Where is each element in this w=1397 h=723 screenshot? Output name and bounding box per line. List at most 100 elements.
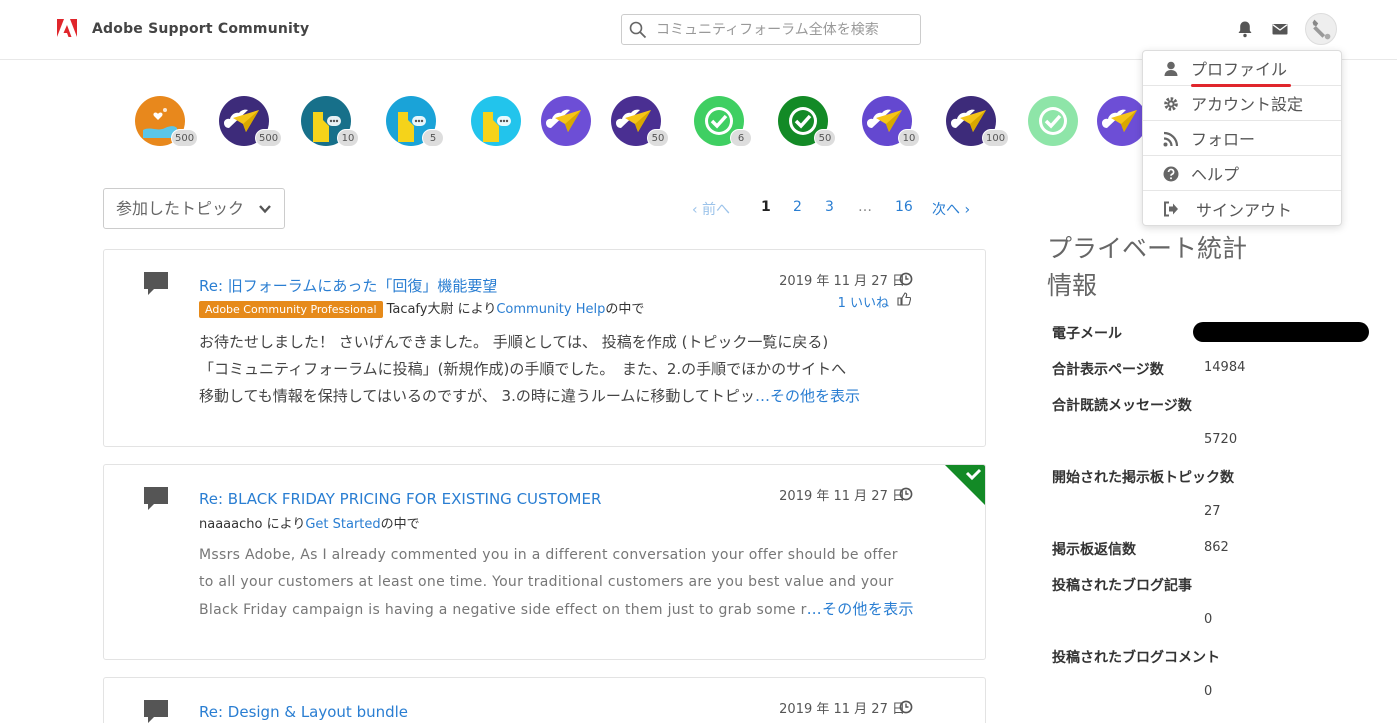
menu-item-account-settings[interactable]: アカウント設定 xyxy=(1143,86,1341,121)
post-date: 2019 年 11 月 27 日 xyxy=(779,274,905,289)
menu-item-follow[interactable]: フォロー xyxy=(1143,121,1341,156)
search-icon[interactable] xyxy=(629,21,647,39)
search-box[interactable] xyxy=(621,14,921,45)
solved-check-icon xyxy=(945,465,985,505)
post-card: Re: BLACK FRIDAY PRICING FOR EXISTING CU… xyxy=(103,464,986,660)
speech-bubble-icon xyxy=(144,487,168,510)
badge-count: 6 xyxy=(730,129,752,147)
speech-bubble-icon xyxy=(144,700,168,723)
post-date: 2019 年 11 月 27 日 xyxy=(779,702,905,717)
menu-item-label: プロファイル xyxy=(1191,60,1288,79)
by-text: により xyxy=(262,517,306,532)
stat-label: 合計既読メッセージ数 xyxy=(1052,398,1192,414)
sign-out-icon xyxy=(1164,201,1178,217)
author-link[interactable]: naaaacho xyxy=(199,517,262,532)
badge-count: 500 xyxy=(255,129,283,147)
badge-count: 10 xyxy=(337,129,359,147)
excerpt-line: 「コミュニティフォーラムに投稿」(新規作成)の手順でした。 また、2.の手順でほ… xyxy=(199,360,847,378)
like-count[interactable]: 1 いいね xyxy=(838,292,889,311)
clock-icon xyxy=(899,700,913,714)
excerpt-line: to all your customers at least one time.… xyxy=(199,574,894,590)
post-title[interactable]: Re: Design & Layout bundle xyxy=(199,703,408,721)
rank-badge: Adobe Community Professional xyxy=(199,301,383,318)
bell-icon[interactable] xyxy=(1236,20,1254,38)
post-card: Re: Design & Layout bundle 2019 年 11 月 2… xyxy=(103,677,986,723)
post-card: Re: 旧フォーラムにあった「回復」機能要望 2019 年 11 月 27 日 … xyxy=(103,249,986,447)
pager-page[interactable]: 16 xyxy=(895,199,913,215)
question-icon xyxy=(1163,166,1179,182)
stat-value: 5720 xyxy=(1204,432,1238,447)
board-link[interactable]: Get Started xyxy=(305,517,380,532)
pager-next[interactable]: 次へ › xyxy=(932,199,970,219)
pager-prev[interactable]: ‹ 前へ xyxy=(692,199,730,219)
thumbs-up-icon[interactable] xyxy=(897,292,911,306)
badge-count: 50 xyxy=(814,129,836,147)
excerpt-line: Black Friday campaign is having a negati… xyxy=(199,602,807,618)
stat-label: 合計表示ページ数 xyxy=(1052,362,1164,378)
envelope-icon[interactable] xyxy=(1271,20,1289,38)
site-title[interactable]: Adobe Support Community xyxy=(92,21,309,37)
pager-page[interactable]: 2 xyxy=(793,199,802,215)
achievement-badge[interactable] xyxy=(1097,96,1147,146)
badge-count: 500 xyxy=(171,129,199,147)
topic-filter-dropdown[interactable]: 参加したトピック xyxy=(103,188,285,229)
author-link[interactable]: Tacafy大尉 xyxy=(387,302,454,317)
menu-item-label: サインアウト xyxy=(1196,200,1293,220)
speech-bubble-icon xyxy=(144,272,168,295)
post-meta: naaaacho によりGet Startedの中で xyxy=(199,513,420,532)
stat-label: 投稿されたブログコメント xyxy=(1052,650,1220,666)
board-link[interactable]: Community Help xyxy=(496,302,605,317)
badge-count: 50 xyxy=(647,129,669,147)
show-more-link[interactable]: …その他を表示 xyxy=(807,600,914,618)
post-excerpt: Mssrs Adobe, As I already commented you … xyxy=(199,542,931,624)
stat-value: 0 xyxy=(1204,612,1213,627)
stat-value: 0 xyxy=(1204,684,1213,699)
badge-count: 10 xyxy=(898,129,920,147)
adobe-logo-icon[interactable] xyxy=(57,19,77,39)
user-icon xyxy=(1164,61,1178,76)
chevron-down-icon xyxy=(259,205,271,214)
email-value-redacted xyxy=(1193,322,1369,342)
user-menu: プロファイル アカウント設定 フォロー ヘルプ サインアウト xyxy=(1142,50,1342,226)
achievement-badge[interactable] xyxy=(541,96,591,146)
excerpt-line: お待たせしました！ さいげんできました。 手順としては、 投稿を作成 (トピック… xyxy=(199,333,829,351)
menu-item-label: アカウント設定 xyxy=(1191,95,1304,114)
wrench-icon xyxy=(1312,19,1331,40)
by-text: により xyxy=(453,302,497,317)
clock-icon xyxy=(899,487,913,501)
menu-item-profile[interactable]: プロファイル xyxy=(1143,51,1341,87)
stat-label: 投稿されたブログ記事 xyxy=(1052,578,1192,594)
board-suffix: の中で xyxy=(380,517,420,532)
badge-count: 5 xyxy=(422,129,444,147)
post-date: 2019 年 11 月 27 日 xyxy=(779,489,905,504)
excerpt-line: Mssrs Adobe, As I already commented you … xyxy=(199,547,898,563)
menu-item-label: フォロー xyxy=(1191,130,1256,149)
menu-item-label: ヘルプ xyxy=(1191,165,1240,184)
badge-row: 500 500 10 5 50 6 50 10 100 xyxy=(135,96,1147,148)
achievement-badge[interactable] xyxy=(471,96,521,146)
gear-icon xyxy=(1164,97,1178,111)
menu-item-help[interactable]: ヘルプ xyxy=(1143,156,1341,191)
filter-label: 参加したトピック xyxy=(116,199,245,218)
post-title[interactable]: Re: 旧フォーラムにあった「回復」機能要望 xyxy=(199,275,497,296)
pager-page-current[interactable]: 1 xyxy=(761,199,771,215)
user-avatar[interactable] xyxy=(1305,13,1337,45)
achievement-badge[interactable] xyxy=(1028,96,1078,146)
pager-ellipsis: … xyxy=(858,199,872,215)
clock-icon xyxy=(899,272,913,286)
stat-value: 14984 xyxy=(1204,360,1246,375)
stat-value: 27 xyxy=(1204,504,1221,519)
search-input[interactable] xyxy=(656,19,914,41)
show-more-link[interactable]: …その他を表示 xyxy=(755,387,860,405)
badge-count: 100 xyxy=(982,129,1010,147)
stat-label: 開始された掲示板トピック数 xyxy=(1052,470,1234,486)
post-title[interactable]: Re: BLACK FRIDAY PRICING FOR EXISTING CU… xyxy=(199,490,601,508)
pager-page[interactable]: 3 xyxy=(825,199,834,215)
menu-item-sign-out[interactable]: サインアウト xyxy=(1143,191,1341,226)
stat-value: 862 xyxy=(1204,540,1229,555)
stats-title: プライベート統計情報 xyxy=(1047,234,1248,300)
stat-label-email: 電子メール xyxy=(1052,326,1122,342)
rss-icon xyxy=(1163,131,1179,147)
board-suffix: の中で xyxy=(605,302,645,317)
excerpt-line: 移動しても情報を保持してはいるのですが、 3.の時に違うルームに移動してトピッ xyxy=(199,387,755,405)
